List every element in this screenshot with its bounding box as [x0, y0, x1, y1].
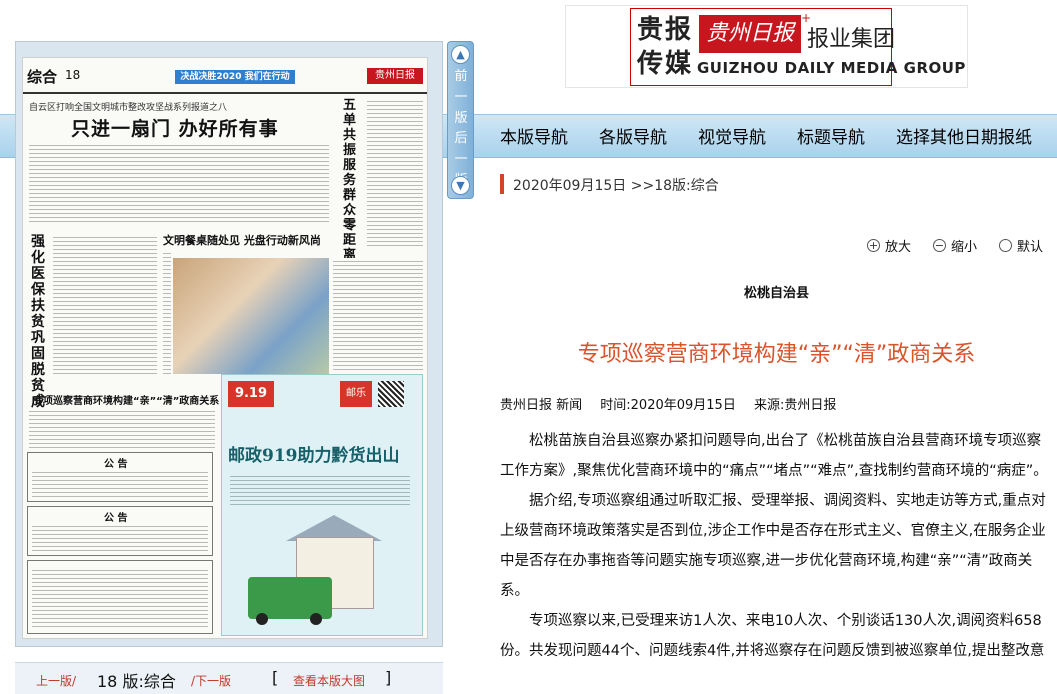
article-time: 时间:2020年09月15日: [600, 398, 736, 413]
paper-section: 综合: [27, 68, 58, 86]
qr-code-icon: [378, 381, 404, 407]
zoom-default-button[interactable]: 默认: [999, 236, 1043, 255]
paper-notice-3-text: [32, 567, 208, 629]
view-large-image-link[interactable]: 查看本版大图: [293, 672, 365, 689]
paper-photo-headline[interactable]: 文明餐桌随处见 光盘行动新风尚: [163, 232, 321, 248]
article-paragraph: 松桃苗族自治县巡察办紧扣问题导向,出台了《松桃苗族自治县营商环境专项巡察工作方案…: [500, 433, 1048, 479]
paper-notice-2-text: [32, 523, 208, 553]
breadcrumb-date: 2020年09月15日: [513, 178, 627, 194]
prev-page-link[interactable]: 上一版/: [36, 672, 76, 689]
nav-item-visual[interactable]: 视觉导航: [698, 123, 766, 148]
paper-notice-1-text: [32, 469, 208, 499]
nav-item-titles[interactable]: 标题导航: [797, 123, 865, 148]
logo-frame: 贵报 传媒 贵州日报 + 报业集团 GUIZHOU DAILY MEDIA GR…: [630, 8, 965, 86]
ad-title: 邮政919助力黔货出山: [228, 446, 400, 466]
up-arrow-icon[interactable]: ▲: [451, 45, 470, 64]
paper-article-5-text[interactable]: [29, 408, 215, 448]
paper-advertisement[interactable]: 9.19 邮乐 邮政919助力黔货出山: [221, 374, 423, 636]
paper-header: 综合 18 决战决胜2020 我们在行动 贵州日报: [23, 58, 427, 94]
paper-notice-2[interactable]: 公 告: [27, 506, 213, 556]
paper-notice-3[interactable]: [27, 560, 213, 634]
paper-page-number: 18: [65, 68, 81, 82]
zoom-default-radio-icon: [999, 239, 1012, 252]
article-paragraph: 专项巡察以来,已受理来访1人次、来电10人次、个别谈话130人次,调阅资料658…: [500, 613, 1045, 659]
article-byline: 贵州日报 新闻: [500, 398, 583, 413]
paper-article-1-text[interactable]: [29, 142, 329, 222]
page-switch-tab: ▲ 前一版 后一版 ▼: [447, 41, 474, 199]
ad-date-badge: 9.19: [228, 381, 274, 407]
truck-wheel-icon: [256, 613, 268, 625]
paper-photo[interactable]: [173, 258, 329, 374]
article-source: 来源:贵州日报: [753, 398, 837, 413]
breadcrumb-separator: >>: [630, 178, 655, 194]
paper-masthead: 贵州日报: [367, 68, 423, 84]
breadcrumb-marker: [500, 174, 504, 194]
nav-item-other-dates[interactable]: 选择其他日期报纸: [896, 123, 1032, 148]
paper-headline-3[interactable]: 专项巡察营商环境构建“亲”“清”政商关系: [33, 392, 219, 407]
bracket-left: [: [272, 668, 279, 687]
article-body: 松桃苗族自治县巡察办紧扣问题导向,出台了《松桃苗族自治县营商环境专项巡察工作方案…: [500, 426, 1053, 666]
logo-guibao-text: 贵报 传媒: [637, 15, 694, 79]
bracket-right: ]: [385, 668, 392, 687]
paper-slogan: 决战决胜2020 我们在行动: [175, 70, 295, 84]
logo-group-text: 报业集团: [807, 27, 896, 52]
ad-body-text: [230, 473, 410, 507]
zoom-in-icon: +: [867, 239, 880, 252]
paper-photo-caption-text: [163, 250, 171, 374]
prev-page-vertical-link[interactable]: 前一版: [453, 66, 469, 129]
logo-english-text: GUIZHOU DAILY MEDIA GROUP: [697, 59, 966, 77]
article-paragraph: 据介绍,专项巡察组通过听取汇报、受理举报、调阅资料、实地走访等方式,重点对上级营…: [500, 493, 1046, 599]
paper-article-4-text[interactable]: [333, 258, 423, 370]
truck-wheel-icon: [310, 613, 322, 625]
zoom-in-label: 放大: [885, 240, 912, 255]
logo-guizhou-daily: 贵州日报: [699, 15, 801, 53]
zoom-out-button[interactable]: − 缩小: [933, 236, 977, 255]
zoom-in-button[interactable]: + 放大: [867, 236, 911, 255]
newspaper-page-image[interactable]: 综合 18 决战决胜2020 我们在行动 贵州日报 自云区打响全国文明城市整改攻…: [22, 57, 428, 639]
paper-notice-1[interactable]: 公 告: [27, 452, 213, 502]
page-bottom-bar: 上一版/ 18 版:综合 /下一版 [ 查看本版大图 ]: [15, 662, 443, 694]
breadcrumb: 2020年09月15日 >>18版:综合: [513, 175, 719, 195]
paper-article-2-text[interactable]: [367, 98, 423, 248]
zoom-out-icon: −: [933, 239, 946, 252]
paper-kicker[interactable]: 自云区打响全国文明城市整改攻坚战系列报道之八: [29, 100, 227, 113]
article-meta: 贵州日报 新闻 时间:2020年09月15日 来源:贵州日报: [500, 394, 850, 413]
breadcrumb-section[interactable]: 18版:综合: [654, 178, 719, 194]
nav-item-this-page[interactable]: 本版导航: [500, 123, 568, 148]
ad-brand-logo: 邮乐: [340, 381, 372, 407]
current-page-label: 18 版:综合: [97, 672, 176, 691]
paper-side-headline[interactable]: 五单共振 服务群众零距离: [343, 98, 361, 263]
zoom-out-label: 缩小: [951, 240, 978, 255]
zoom-default-label: 默认: [1017, 240, 1044, 255]
down-arrow-icon[interactable]: ▼: [451, 176, 470, 195]
main-nav: 本版导航 各版导航 视觉导航 标题导航 选择其他日期报纸: [500, 114, 1057, 156]
article-kicker: 松桃自治县: [743, 286, 809, 301]
paper-headline-1[interactable]: 只进一扇门 办好所有事: [71, 114, 279, 141]
paper-article-3-text[interactable]: [53, 234, 157, 374]
paper-notice-title: 公 告: [104, 513, 128, 524]
next-page-link[interactable]: /下一版: [191, 672, 231, 689]
site-logo[interactable]: 贵报 传媒 贵州日报 + 报业集团 GUIZHOU DAILY MEDIA GR…: [565, 5, 968, 88]
paper-notice-title: 公 告: [104, 459, 128, 470]
nav-item-all-pages[interactable]: 各版导航: [599, 123, 667, 148]
article-title: 专项巡察营商环境构建“亲”“清”政商关系: [577, 342, 976, 367]
